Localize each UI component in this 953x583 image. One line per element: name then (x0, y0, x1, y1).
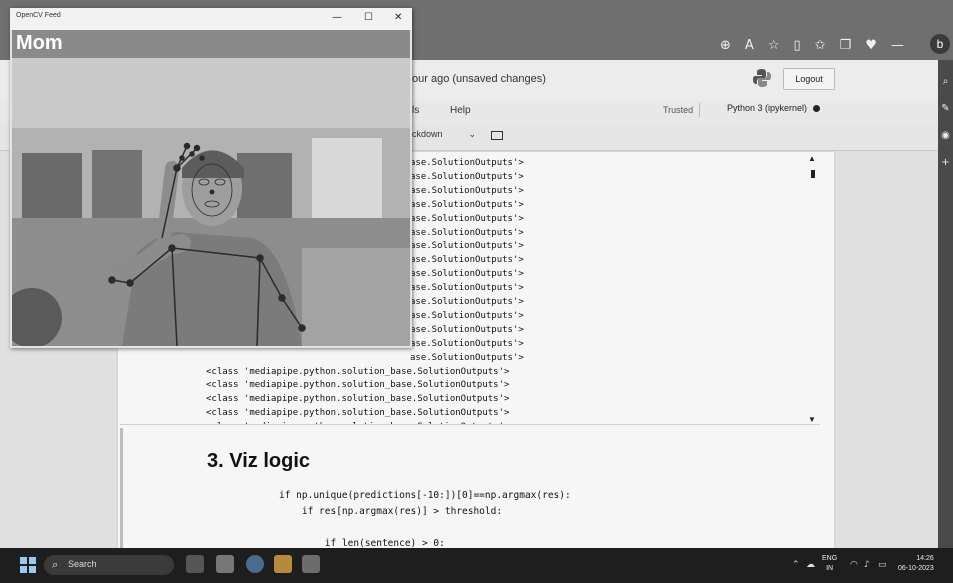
kernel-name: Python 3 (ipykernel) (727, 103, 808, 113)
output-line: ase.SolutionOutputs'> (410, 324, 524, 335)
notebook-title[interactable]: our ago (unsaved changes) (412, 73, 546, 85)
output-line: ase.SolutionOutputs'> (410, 171, 524, 182)
output-scrollbar[interactable]: ▲ ▼ (808, 154, 818, 424)
windows-start-icon[interactable] (20, 557, 36, 573)
heart-icon[interactable]: ♥ (865, 38, 877, 53)
language-code: ENG (822, 555, 838, 562)
cell-type-value: ckdown (412, 129, 443, 139)
opencv-titlebar[interactable]: OpenCV Feed — ☐ ✕ (10, 8, 412, 30)
code-line[interactable]: if np.unique(predictions[-10:])[0]==np.a… (279, 490, 571, 501)
file-explorer-icon[interactable] (216, 555, 234, 573)
camera-feed: Mom (12, 30, 410, 346)
cell-type-select[interactable]: ckdown ⌄ (412, 129, 476, 140)
edge-browser-icon[interactable] (246, 555, 264, 573)
sidebar-add-icon[interactable]: + (938, 157, 953, 168)
search-label: Search (68, 559, 97, 569)
window-maximize-button[interactable]: ☐ (364, 12, 373, 23)
browser-toolbar-icons: ⊕ A ☆ ▯ ✩ ❐ ♥ — (720, 38, 904, 53)
window-close-button[interactable]: ✕ (394, 12, 402, 23)
volume-icon[interactable]: ♪ (864, 560, 870, 570)
wifi-icon[interactable]: ◠ (850, 560, 858, 570)
language-indicator[interactable]: ENG IN (822, 554, 837, 574)
cloud-icon[interactable]: ☁ (806, 560, 815, 570)
chevron-down-icon: ⌄ (468, 130, 477, 140)
favorites-bar-icon[interactable]: ✩ (815, 38, 826, 53)
python-logo-icon (753, 69, 771, 87)
menu-cells[interactable]: ls (412, 105, 419, 116)
section-heading: 3. Viz logic (207, 450, 310, 472)
output-line: <class 'mediapipe.python.solution_base.S… (206, 408, 510, 419)
code-cell[interactable]: 3. Viz logic if np.unique(predictions[-1… (120, 428, 823, 549)
output-line: ase.SolutionOutputs'> (410, 338, 524, 349)
trusted-indicator[interactable]: Trusted (657, 103, 701, 117)
system-clock[interactable]: 14:26 06-10-2023 (898, 554, 934, 574)
sidebar-tools-icon[interactable]: ✎ (938, 103, 953, 114)
clock-date: 06-10-2023 (898, 565, 934, 572)
zoom-icon[interactable]: ⊕ (720, 38, 731, 53)
sidebar-apps-icon[interactable]: ◉ (938, 130, 953, 141)
output-line: ase.SolutionOutputs'> (410, 213, 524, 224)
output-line: ase.SolutionOutputs'> (410, 227, 524, 238)
folder-icon[interactable] (274, 555, 292, 573)
opencv-window[interactable]: OpenCV Feed — ☐ ✕ Mom (10, 8, 412, 348)
opencv-window-title: OpenCV Feed (16, 12, 61, 19)
output-line: ase.SolutionOutputs'> (410, 185, 524, 196)
scroll-thumb[interactable] (811, 170, 815, 178)
sidebar-search-icon[interactable]: ⌕ (938, 76, 953, 87)
split-screen-icon[interactable]: ▯ (793, 38, 800, 53)
minimize-icon[interactable]: — (891, 38, 904, 53)
prediction-label: Mom (16, 32, 63, 54)
output-line: ase.SolutionOutputs'> (410, 158, 524, 168)
output-line: ase.SolutionOutputs'> (410, 352, 524, 363)
clock-time: 14:26 (916, 555, 934, 562)
scroll-down-icon[interactable]: ▼ (808, 415, 816, 424)
output-line: ase.SolutionOutputs'> (410, 269, 524, 280)
scroll-up-icon[interactable]: ▲ (808, 154, 816, 163)
read-aloud-icon[interactable]: A (745, 38, 754, 53)
prediction-label-bar: Mom (12, 30, 410, 58)
search-icon: ⌕ (52, 558, 59, 571)
battery-icon[interactable]: ▭ (878, 560, 887, 570)
kernel-status-icon (813, 105, 821, 113)
taskbar-search-box[interactable]: ⌕ Search (44, 555, 174, 575)
output-line: ase.SolutionOutputs'> (410, 241, 524, 252)
output-line: <class 'mediapipe.python.solution_base.S… (206, 366, 510, 377)
chevron-up-icon[interactable]: ⌃ (792, 560, 800, 570)
logout-button[interactable]: Logout (783, 68, 835, 90)
output-line: ase.SolutionOutputs'> (410, 297, 524, 307)
python-app-icon[interactable] (302, 555, 320, 573)
region-code: IN (826, 565, 834, 572)
profile-avatar[interactable]: b (930, 34, 950, 54)
output-line: ase.SolutionOutputs'> (410, 255, 524, 266)
windows-taskbar: ⌕ Search ⌃ ☁ ENG IN ◠ ♪ ▭ 14:26 06-10-20… (0, 548, 953, 583)
code-line[interactable]: if res[np.argmax(res)] > threshold: (279, 506, 502, 517)
window-minimize-button[interactable]: — (332, 12, 342, 23)
task-view-icon[interactable] (186, 555, 204, 573)
output-line: ase.SolutionOutputs'> (410, 283, 524, 294)
favorite-icon[interactable]: ☆ (768, 38, 780, 53)
menu-help[interactable]: Help (450, 105, 471, 116)
output-line: <class 'mediapipe.python.solution_base.S… (206, 394, 510, 405)
output-line: ase.SolutionOutputs'> (410, 310, 524, 321)
output-line: <class 'mediapipe.python.solution_base.S… (206, 380, 510, 391)
output-line: <class 'mediapipe.python.solution_base.S… (206, 422, 509, 424)
browser-sidebar: ⌕ ✎ ◉ + (938, 60, 953, 548)
kernel-indicator[interactable]: Python 3 (ipykernel) (727, 103, 821, 113)
camera-image (12, 58, 410, 346)
output-line: ase.SolutionOutputs'> (410, 199, 524, 210)
keyboard-icon[interactable] (491, 131, 503, 140)
collections-icon[interactable]: ❐ (840, 38, 852, 53)
